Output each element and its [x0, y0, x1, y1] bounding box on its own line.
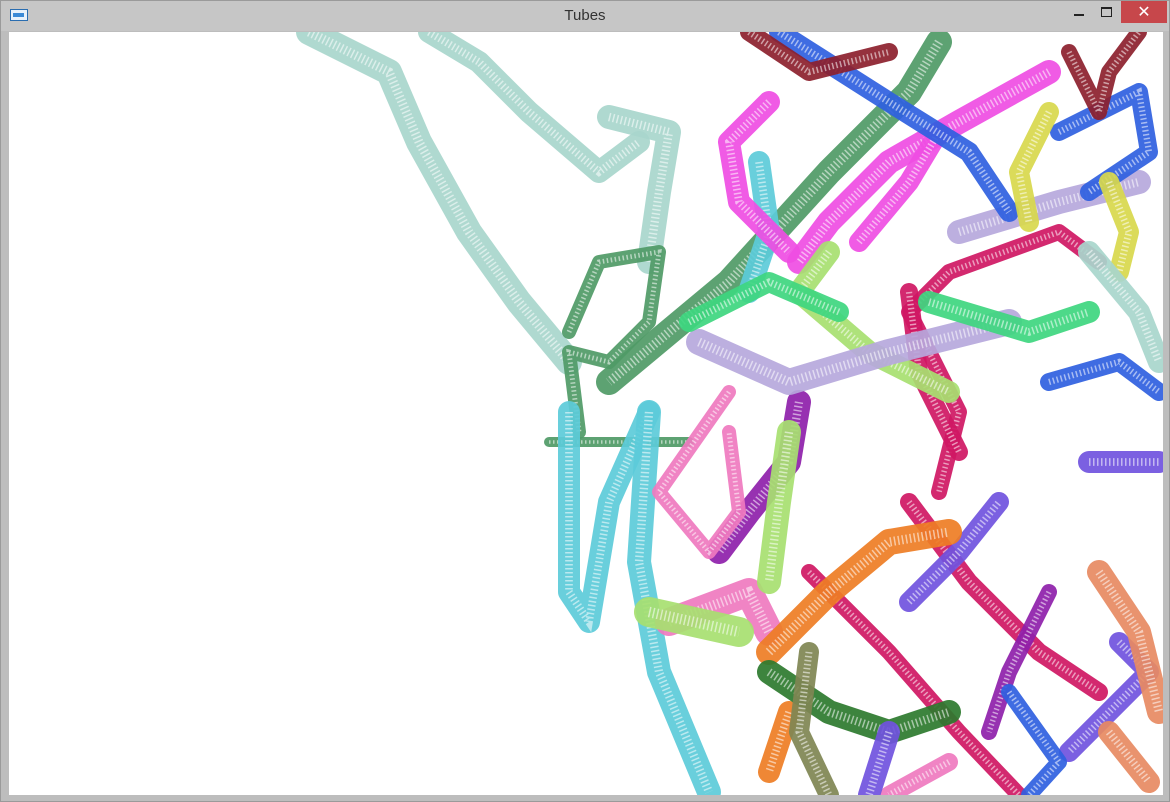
tube [296, 32, 582, 375]
tube [634, 597, 754, 647]
tube [880, 753, 958, 795]
minimize-icon [1074, 14, 1084, 16]
tube [901, 224, 1107, 500]
tubes-scene [296, 32, 1163, 795]
title-bar[interactable]: Tubes ✕ [1, 1, 1169, 31]
window-title: Tubes [564, 7, 606, 24]
tube [652, 385, 746, 559]
tube [418, 32, 650, 183]
tube-group [296, 32, 1163, 795]
close-button[interactable]: ✕ [1121, 1, 1167, 23]
maximize-button[interactable] [1092, 1, 1120, 23]
tube [1001, 684, 1067, 795]
render-canvas[interactable] [9, 32, 1163, 795]
maximize-icon [1100, 7, 1112, 17]
minimize-button[interactable] [1065, 1, 1093, 23]
app-window: Tubes ✕ [0, 0, 1170, 802]
tube [789, 642, 839, 795]
close-icon: ✕ [1137, 4, 1151, 21]
